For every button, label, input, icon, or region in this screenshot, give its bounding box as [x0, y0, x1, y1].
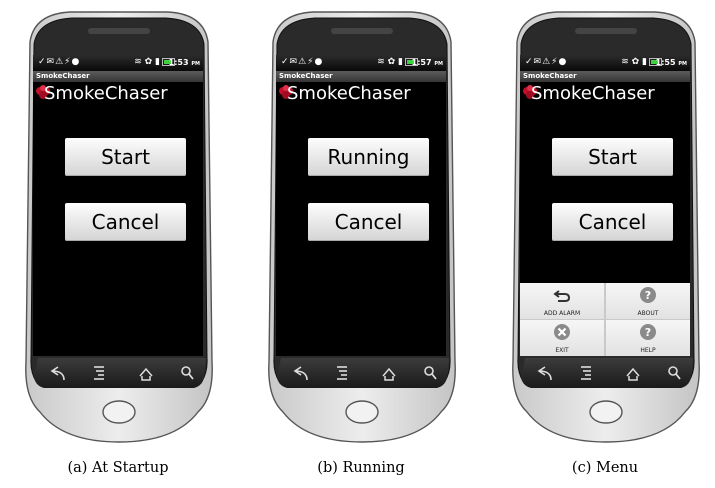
nav-bar-icons — [537, 366, 681, 381]
panel-menu: ✓✉⚠⚡● ≋ ✿ ▮ 1:55 PM SmokeChaser SmokeCha… — [492, 0, 715, 488]
menu-icon[interactable] — [581, 366, 591, 380]
search-icon[interactable] — [668, 366, 681, 380]
search-icon[interactable] — [181, 366, 194, 380]
nav-bar-icons — [293, 366, 437, 381]
menu-icon[interactable] — [94, 366, 104, 380]
caption: (b) Running — [317, 460, 405, 476]
home-icon[interactable] — [626, 367, 640, 381]
back-icon[interactable] — [293, 366, 308, 381]
home-icon[interactable] — [139, 367, 153, 381]
home-icon[interactable] — [382, 367, 396, 381]
search-icon[interactable] — [424, 366, 437, 380]
menu-icon[interactable] — [337, 366, 347, 380]
panel-running: ✓✉⚠⚡● ≋ ✿ ▮ 1:57 PM SmokeChaser SmokeCha… — [248, 0, 474, 488]
panel-at-startup: ✓✉⚠⚡● ≋ ✿ ▮ 1:53 PM SmokeChaser SmokeCha… — [5, 0, 231, 488]
caption: (a) At Startup — [67, 460, 169, 476]
nav-bar-icons — [50, 366, 194, 381]
caption: (c) Menu — [571, 460, 639, 476]
back-icon[interactable] — [50, 366, 65, 381]
back-icon[interactable] — [537, 366, 552, 381]
